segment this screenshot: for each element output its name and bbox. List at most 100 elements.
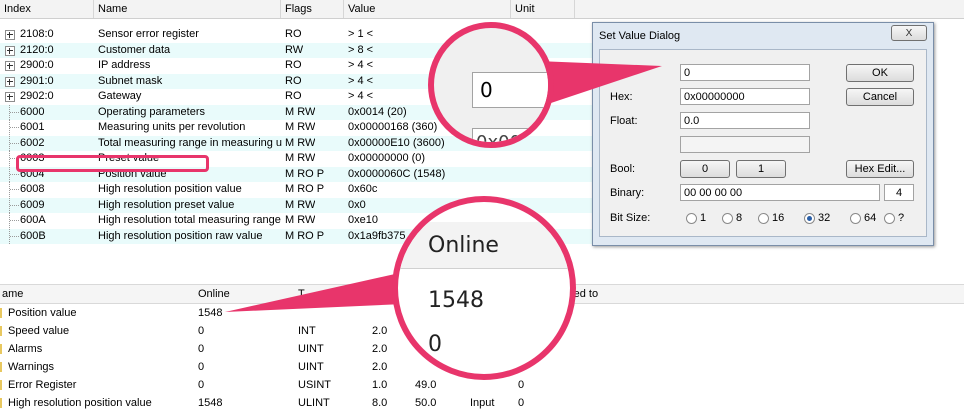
bitsize-radio-1[interactable] [686, 213, 697, 224]
dec-value-field[interactable]: 0 [680, 64, 810, 81]
cell-name: Gateway [98, 90, 142, 102]
close-button[interactable]: X [891, 25, 927, 41]
magnified-online-value-2: 0 [428, 332, 442, 357]
magnified-online-header: Online [428, 233, 499, 258]
cell-value: > 1 < [348, 28, 374, 40]
bool-1-button[interactable]: 1 [736, 160, 786, 178]
tree-line-icon [9, 120, 20, 135]
variable-icon [0, 362, 2, 372]
object-row[interactable]: 6008 High resolution position value M RO P… [0, 182, 592, 197]
binary-value-field[interactable]: 00 00 00 00 [680, 184, 880, 201]
cell-name: Measuring units per revolution [98, 121, 246, 133]
var-cell-type: USINT [298, 379, 331, 391]
cell-value: > 4 < [348, 74, 374, 87]
float-value-field[interactable]: 0.0 [680, 112, 810, 129]
col-name-lower[interactable]: ame [2, 285, 23, 303]
hex-edit-button[interactable]: Hex Edit... [846, 160, 914, 178]
ok-button[interactable]: OK [846, 64, 914, 82]
bitsize-radio-8[interactable] [722, 213, 733, 224]
cell-name: IP address [98, 59, 151, 71]
binary-count-field: 4 [884, 184, 914, 201]
cell-flags: M RW [285, 152, 316, 164]
cell-name: Sensor error register [98, 28, 199, 40]
col-flags[interactable]: Flags [281, 0, 344, 18]
cell-index: 6008 [20, 183, 45, 195]
var-cell-addr: 49.0 [415, 379, 437, 391]
cell-value: > 4 < [348, 59, 374, 71]
bitsize-radio-?[interactable] [884, 213, 895, 224]
bool-0-button[interactable]: 0 [680, 160, 730, 178]
hex-value-field[interactable]: 0x00000000 [680, 88, 810, 105]
cell-value: 0xe10 [348, 214, 378, 226]
var-cell-online: 0 [198, 379, 205, 391]
var-cell-addr: 50.0 [415, 397, 437, 409]
var-cell-name: Alarms [8, 343, 43, 355]
cell-index: 6000 [20, 105, 45, 118]
var-cell-size: 2.0 [372, 343, 388, 355]
cell-index: 2901:0 [20, 74, 54, 87]
col-unit[interactable]: Unit [511, 0, 575, 18]
cell-value: 0x0000060C (1548) [348, 167, 446, 180]
cell-flags: M RW [285, 214, 316, 226]
tree-line-icon [9, 213, 20, 228]
dialog-title: Set Value Dialog [599, 30, 681, 42]
variable-icon [0, 380, 2, 390]
variable-row[interactable]: High resolution position value 1548 ULINT 8… [0, 394, 600, 412]
var-cell-name: Error Register [8, 379, 77, 391]
var-cell-name: Speed value [8, 325, 70, 337]
dialog-body: 0 OK Hex: 0x00000000 Cancel Float: 0.0 B… [599, 49, 927, 237]
cell-flags: RO [285, 59, 302, 71]
col-online[interactable]: Online [198, 285, 230, 303]
cell-index: 6002 [20, 136, 45, 149]
bitsize-radio-32[interactable] [804, 213, 815, 224]
bitsize-radio-64[interactable] [850, 213, 861, 224]
expand-icon[interactable] [5, 61, 15, 71]
bitsize-label-1: 1 [700, 212, 707, 224]
cancel-button[interactable]: Cancel [846, 88, 914, 106]
cell-name: High resolution position value [98, 183, 242, 195]
cell-flags: RO [285, 90, 302, 102]
var-cell-link: 0 [518, 379, 525, 391]
var-cell-size: 2.0 [372, 325, 388, 337]
col-value[interactable]: Value [344, 0, 511, 18]
bitsize-radio-16[interactable] [758, 213, 769, 224]
expand-icon[interactable] [5, 76, 15, 87]
preset-row-highlight [16, 155, 209, 172]
variable-row[interactable]: Error Register 0 USINT 1.0 49.0 0 [0, 376, 600, 394]
cell-name: High resolution preset value [98, 198, 235, 211]
object-table-header: Index Name Flags Value Unit [0, 0, 964, 19]
set-value-dialog: Set Value Dialog X 0 OK Hex: 0x00000000 … [592, 22, 934, 246]
cell-index: 600A [20, 214, 46, 226]
expand-icon[interactable] [5, 45, 15, 56]
cell-index: 6001 [20, 121, 45, 133]
magnified-online-value-1: 1548 [428, 288, 484, 313]
var-cell-link: 0 [518, 397, 525, 409]
variable-icon [0, 326, 2, 336]
col-type[interactable]: T [298, 285, 305, 303]
expand-icon[interactable] [5, 92, 15, 102]
tree-line-icon [9, 228, 20, 244]
hex-label: Hex: [610, 91, 633, 103]
bitsize-label-16: 16 [772, 212, 785, 224]
cell-flags: RW [285, 43, 304, 56]
var-cell-online: 0 [198, 361, 205, 373]
tree-line-icon [9, 182, 20, 197]
col-index[interactable]: Index [0, 0, 94, 18]
float-extra-field [680, 136, 810, 153]
col-name[interactable]: Name [94, 0, 281, 18]
tree-line-icon [9, 197, 20, 213]
cell-value: 0x00000000 (0) [348, 152, 426, 164]
cell-name: Operating parameters [98, 105, 205, 118]
cell-index: 6009 [20, 198, 45, 211]
bitsize-label-?: ? [898, 212, 905, 224]
expand-icon[interactable] [5, 30, 15, 40]
cell-value: 0x60c [348, 183, 378, 195]
tree-line-icon [9, 104, 20, 120]
cell-index: 2120:0 [20, 43, 54, 56]
cell-flags: M RO P [285, 229, 325, 242]
var-cell-online: 0 [198, 343, 205, 355]
tree-line-icon [9, 135, 20, 151]
cell-flags: M RW [285, 136, 316, 149]
cell-name: Subnet mask [98, 74, 163, 87]
var-cell-type: UINT [298, 343, 324, 355]
